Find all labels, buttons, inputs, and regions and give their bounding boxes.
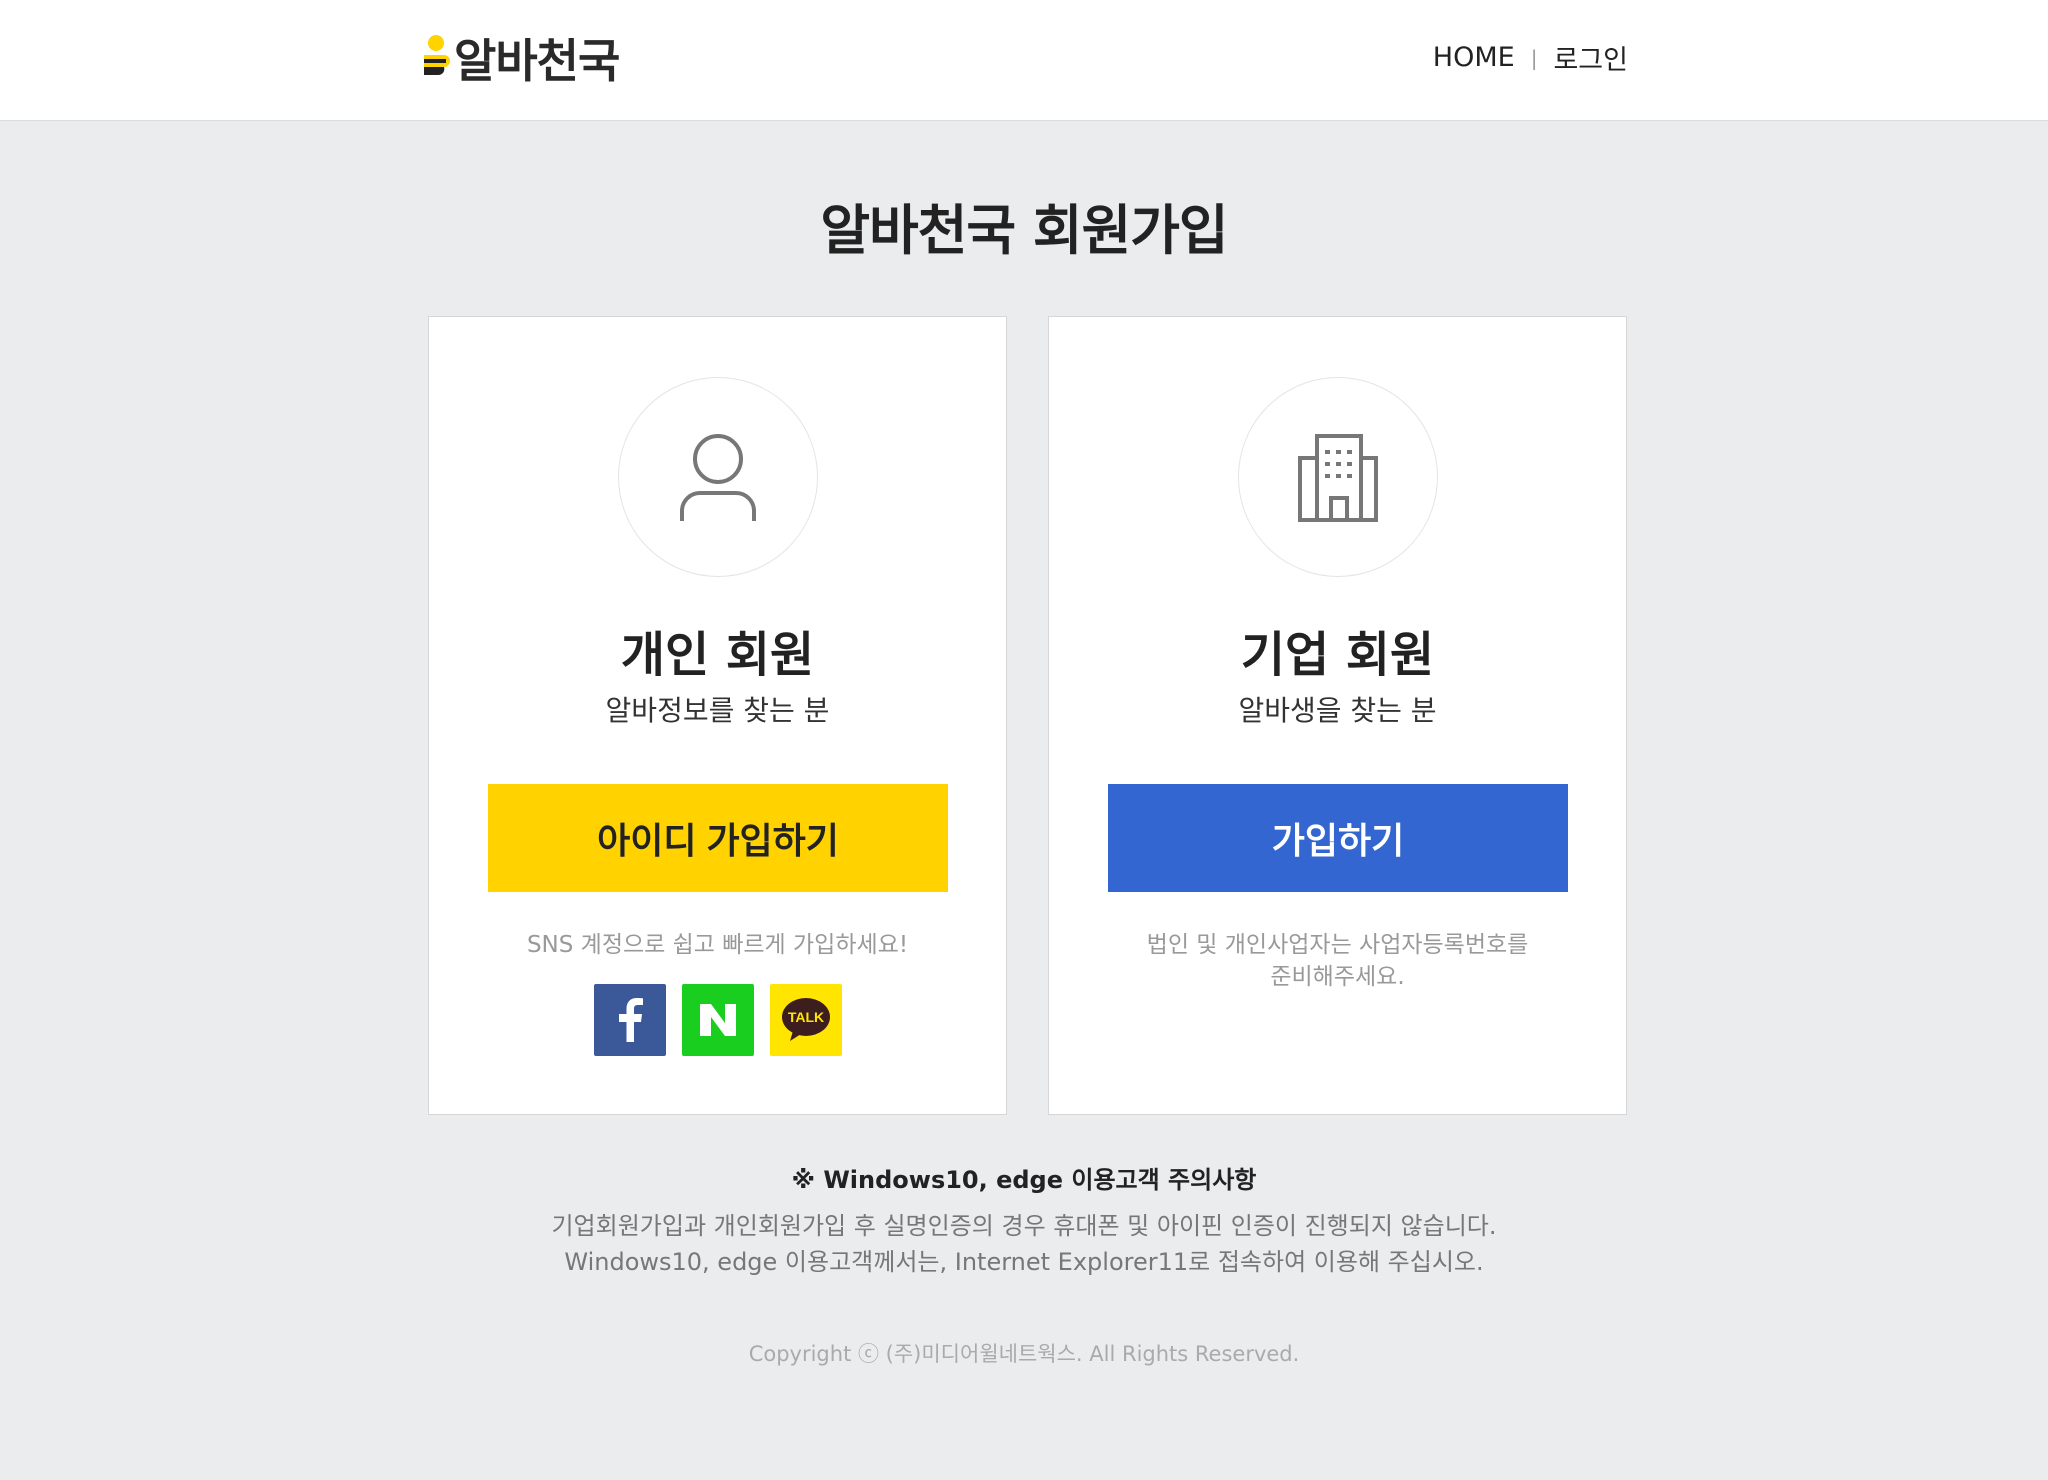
building-icon [1298, 434, 1378, 522]
kakao-talk-icon: TALK [782, 998, 830, 1041]
top-nav: HOME | 로그인 [1433, 38, 1628, 77]
logo-text: 알바천국 [454, 34, 620, 88]
personal-member-card: 개인 회원 알바정보를 찾는 분 아이디 가입하기 SNS 계정으로 쉽고 빠르… [428, 316, 1007, 1115]
business-note-line-1: 법인 및 개인사업자는 사업자등록번호를 [1146, 932, 1529, 958]
personal-card-subtitle: 알바정보를 찾는 분 [605, 694, 830, 727]
business-member-card: 기업 회원 알바생을 찾는 분 가입하기 법인 및 개인사업자는 사업자등록번호… [1048, 316, 1627, 1115]
business-card-subtitle: 알바생을 찾는 분 [1238, 694, 1437, 727]
business-note-line-2: 준비해주세요. [1270, 964, 1405, 990]
bee-logo-icon [422, 33, 450, 83]
personal-card-title: 개인 회원 [620, 627, 815, 683]
notice-line-1: 기업회원가입과 개인회원가입 후 실명인증의 경우 휴대폰 및 아이핀 인증이 … [551, 1212, 1497, 1240]
facebook-signup-button[interactable] [594, 984, 666, 1056]
notice-title: ※ Windows10, edge 이용고객 주의사항 [791, 1166, 1257, 1194]
naver-icon [700, 1004, 736, 1036]
nav-separator: | [1530, 45, 1538, 70]
personal-icon-circle [618, 377, 818, 577]
home-link[interactable]: HOME [1433, 42, 1515, 73]
kakao-signup-button[interactable]: TALK [770, 984, 842, 1056]
site-logo[interactable]: 알바천국 [422, 28, 620, 88]
page-title: 알바천국 회원가입 [820, 199, 1228, 262]
business-icon-circle [1238, 377, 1438, 577]
sns-buttons: TALK [594, 984, 842, 1056]
business-signup-button[interactable]: 가입하기 [1108, 784, 1568, 892]
sns-note: SNS 계정으로 쉽고 빠르게 가입하세요! [526, 932, 909, 958]
facebook-icon [619, 998, 643, 1042]
business-card-title: 기업 회원 [1240, 627, 1435, 683]
naver-signup-button[interactable] [682, 984, 754, 1056]
user-icon [680, 434, 756, 521]
id-signup-button[interactable]: 아이디 가입하기 [488, 784, 948, 892]
site-header: 알바천국 HOME | 로그인 [0, 0, 2048, 121]
business-note: 법인 및 개인사업자는 사업자등록번호를 준비해주세요. [1049, 929, 1626, 993]
notice-text: 기업회원가입과 개인회원가입 후 실명인증의 경우 휴대폰 및 아이핀 인증이 … [0, 1208, 2048, 1280]
copyright: Copyright ⓒ (주)미디어윌네트웍스. All Rights Rese… [748, 1342, 1300, 1366]
notice-line-2: Windows10, edge 이용고객께서는, Internet Explor… [564, 1248, 1484, 1276]
login-link[interactable]: 로그인 [1553, 38, 1628, 77]
svg-text:TALK: TALK [788, 1009, 824, 1025]
